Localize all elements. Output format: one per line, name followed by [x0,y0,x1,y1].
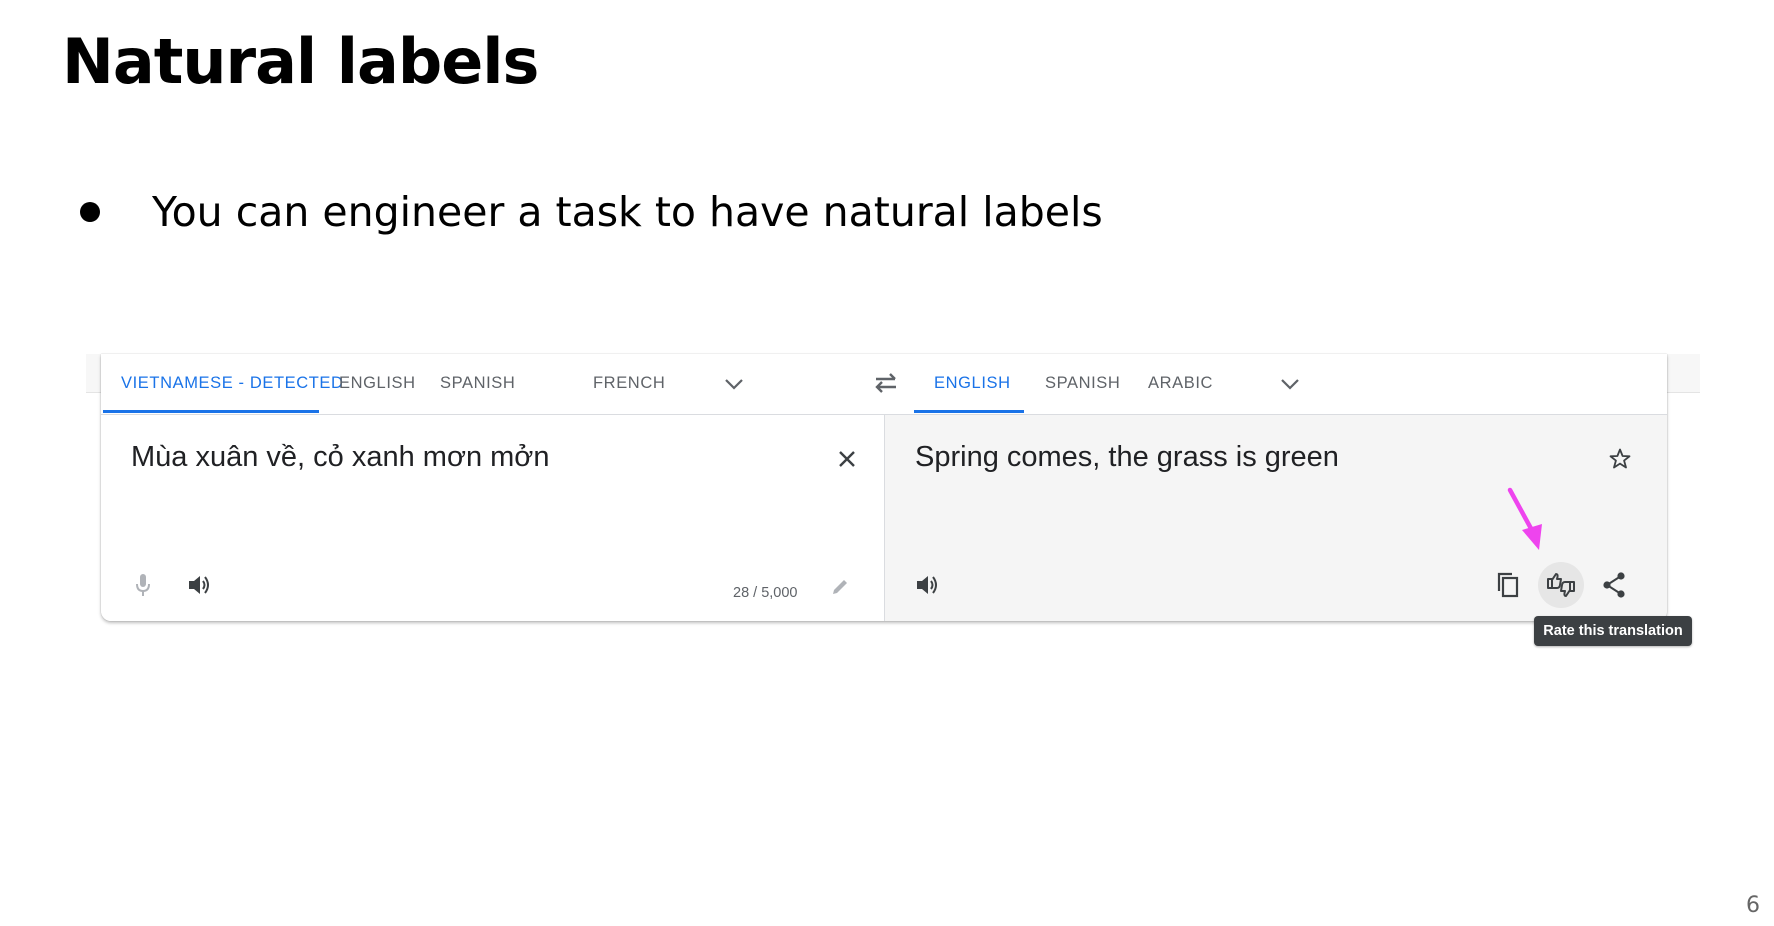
chevron-down-icon[interactable] [721,371,747,397]
tab-target-arabic[interactable]: ARABIC [1148,354,1213,412]
slide-title: Natural labels [62,25,539,98]
language-tab-bar: VIETNAMESE - DETECTED ENGLISH SPANISH FR… [101,354,1667,415]
annotation-arrow-icon [1500,486,1560,561]
bullet-text: You can engineer a task to have natural … [152,188,1103,236]
rate-translation-tooltip: Rate this translation [1534,616,1692,646]
active-tab-indicator-target [914,410,1024,413]
source-text-input[interactable]: Mùa xuân về, cỏ xanh mơn mởn [131,441,549,474]
close-icon[interactable] [833,445,861,473]
active-tab-indicator-source [103,410,319,413]
tab-target-spanish[interactable]: SPANISH [1045,354,1120,412]
copy-icon[interactable] [1493,570,1523,600]
speaker-icon[interactable] [913,571,943,599]
microphone-icon[interactable] [129,570,157,600]
tab-source-french[interactable]: FRENCH [593,354,665,412]
bullet-dot [80,202,100,222]
tab-source-english[interactable]: ENGLISH [339,354,416,412]
thumbs-up-down-icon[interactable] [1545,570,1577,600]
tab-source-vietnamese-detected[interactable]: VIETNAMESE - DETECTED [121,354,344,412]
bullet-item: You can engineer a task to have natural … [80,184,1103,240]
character-count: 28 / 5,000 [733,585,798,601]
tab-source-spanish[interactable]: SPANISH [440,354,515,412]
share-icon[interactable] [1599,570,1629,600]
page-number: 6 [1746,893,1760,918]
translate-widget: VIETNAMESE - DETECTED ENGLISH SPANISH FR… [101,354,1667,621]
source-pane: Mùa xuân về, cỏ xanh mơn mởn 28 / 5,000 [101,415,884,621]
tab-target-english[interactable]: ENGLISH [934,354,1011,412]
pencil-icon[interactable] [828,575,852,599]
speaker-icon[interactable] [185,571,215,599]
chevron-down-icon[interactable] [1277,371,1303,397]
swap-languages-icon[interactable] [871,368,901,398]
translated-text: Spring comes, the grass is green [915,441,1339,473]
star-outline-icon[interactable] [1605,444,1635,474]
